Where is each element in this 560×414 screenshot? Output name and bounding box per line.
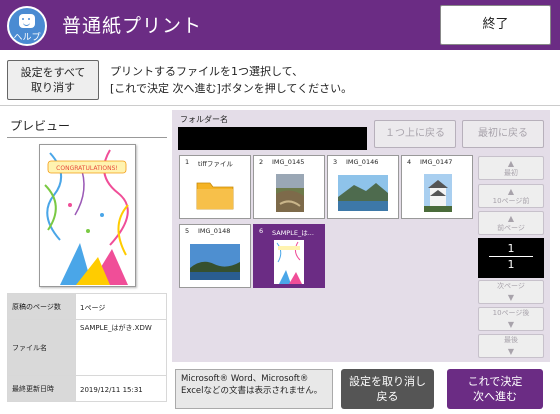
help-robot-icon [19, 14, 35, 28]
confirm-label-2: 次へ進む [473, 390, 517, 403]
page-indicator: 1 1 [478, 238, 544, 278]
last-page-label: 最後 [504, 336, 518, 344]
page-total: 1 [507, 258, 515, 271]
reset-all-button[interactable]: 設定をすべて 取り消す [7, 60, 99, 100]
instruction-text: プリントするファイルを1つ選択して、 [これで決定 次へ進む]ボタンを押してくだ… [110, 63, 352, 97]
arrow-down-bar-icon: ▼ [507, 347, 515, 356]
tile-number: 6 [259, 227, 264, 235]
photo-thumbnail-icon [276, 174, 304, 212]
help-button[interactable]: ヘルプ [7, 6, 47, 46]
svg-text:CONGRATULATIONS!: CONGRATULATIONS! [56, 165, 118, 172]
forward-10-pages-button[interactable]: 10ページ後 ▼ [478, 307, 544, 331]
double-arrow-down-icon: ▼ [507, 320, 515, 329]
reset-all-label-2: 取り消す [31, 81, 75, 94]
cancel-label-2: 戻る [376, 390, 399, 403]
forward-10-label: 10ページ後 [492, 309, 530, 317]
info-key-pages: 原稿のページ数 [7, 293, 76, 320]
congratulations-card-icon: CONGRATULATIONS! [40, 145, 135, 286]
arrow-up-bar-icon: ▲ [507, 159, 515, 168]
arrow-up-icon: ▲ [507, 214, 515, 223]
instruction-line-1: プリントするファイルを1つ選択して、 [110, 65, 304, 78]
tile-name: IMG_0147 [420, 158, 453, 166]
confirm-label-1: これで決定 [467, 375, 523, 388]
double-arrow-up-icon: ▲ [507, 187, 515, 196]
page-current: 1 [507, 242, 515, 255]
help-label: ヘルプ [13, 33, 41, 43]
tile-number: 3 [333, 158, 338, 166]
tile-number: 2 [259, 158, 264, 166]
tile-name: IMG_0148 [198, 227, 231, 235]
tile-number: 5 [185, 227, 190, 235]
back-10-pages-button[interactable]: ▲ 10ページ前 [478, 184, 544, 208]
tile-name: SAMPLE_は... [272, 229, 314, 237]
info-key-modified: 最終更新日時 [7, 375, 76, 402]
prev-page-button[interactable]: ▲ 前ページ [478, 211, 544, 235]
page-title: 普通紙プリント [62, 15, 203, 37]
next-page-button[interactable]: 次ページ ▼ [478, 280, 544, 304]
info-value-pages: 1ページ [75, 293, 167, 320]
instruction-line-2: [これで決定 次へ進む]ボタンを押してください。 [110, 82, 353, 95]
photo-thumbnail-icon [190, 244, 240, 280]
info-value-modified: 2019/12/11 15:31 [75, 375, 167, 402]
unsupported-docs-note: Microsoft® Word、Microsoft® Excelなどの文書は表示… [175, 369, 333, 409]
confirm-next-button[interactable]: これで決定 次へ進む [447, 369, 543, 409]
file-tile[interactable]: 4 IMG_0147 [401, 155, 473, 219]
cancel-back-button[interactable]: 設定を取り消し 戻る [341, 369, 434, 409]
folder-path-field [178, 127, 367, 150]
tile-number: 4 [407, 158, 412, 166]
up-one-level-button[interactable]: １つ上に戻る [374, 120, 456, 148]
file-tile[interactable]: 2 IMG_0145 [253, 155, 325, 219]
tile-name: IMG_0145 [272, 158, 305, 166]
file-tile[interactable]: 3 IMG_0146 [327, 155, 399, 219]
photo-thumbnail-icon [424, 174, 452, 212]
document-thumbnail-icon [274, 240, 304, 284]
tile-name: IMG_0146 [346, 158, 379, 166]
preview-divider [7, 137, 167, 138]
info-value-filename: SAMPLE_はがき.XDW [75, 319, 167, 376]
tile-number: 1 [185, 158, 190, 166]
first-page-label: 最初 [504, 169, 518, 177]
preview-title: プレビュー [10, 119, 71, 133]
first-page-button[interactable]: ▲ 最初 [478, 156, 544, 180]
last-page-button[interactable]: 最後 ▼ [478, 334, 544, 358]
file-tile[interactable]: 1 tiffファイル [179, 155, 251, 219]
cancel-label-1: 設定を取り消し [349, 375, 426, 388]
file-tile[interactable]: 5 IMG_0148 [179, 224, 251, 288]
preview-image: CONGRATULATIONS! [39, 144, 136, 287]
reset-all-label-1: 設定をすべて [20, 66, 86, 79]
info-key-filename: ファイル名 [7, 319, 76, 376]
header-bar: ヘルプ 普通紙プリント 終了 [0, 0, 560, 50]
folder-label: フォルダー名 [180, 115, 228, 124]
arrow-down-icon: ▼ [507, 293, 515, 302]
tile-name: tiffファイル [198, 160, 233, 168]
next-page-label: 次ページ [497, 282, 525, 290]
divider [0, 105, 560, 106]
file-info-table: 原稿のページ数 1ページ ファイル名 SAMPLE_はがき.XDW 最終更新日時… [7, 293, 167, 402]
prev-page-label: 前ページ [497, 224, 525, 232]
folder-icon [196, 178, 234, 210]
file-tile-selected[interactable]: 6 SAMPLE_は... [253, 224, 325, 288]
end-button[interactable]: 終了 [440, 5, 551, 45]
go-to-top-button[interactable]: 最初に戻る [462, 120, 544, 148]
photo-thumbnail-icon [338, 175, 388, 211]
back-10-label: 10ページ前 [492, 197, 530, 205]
